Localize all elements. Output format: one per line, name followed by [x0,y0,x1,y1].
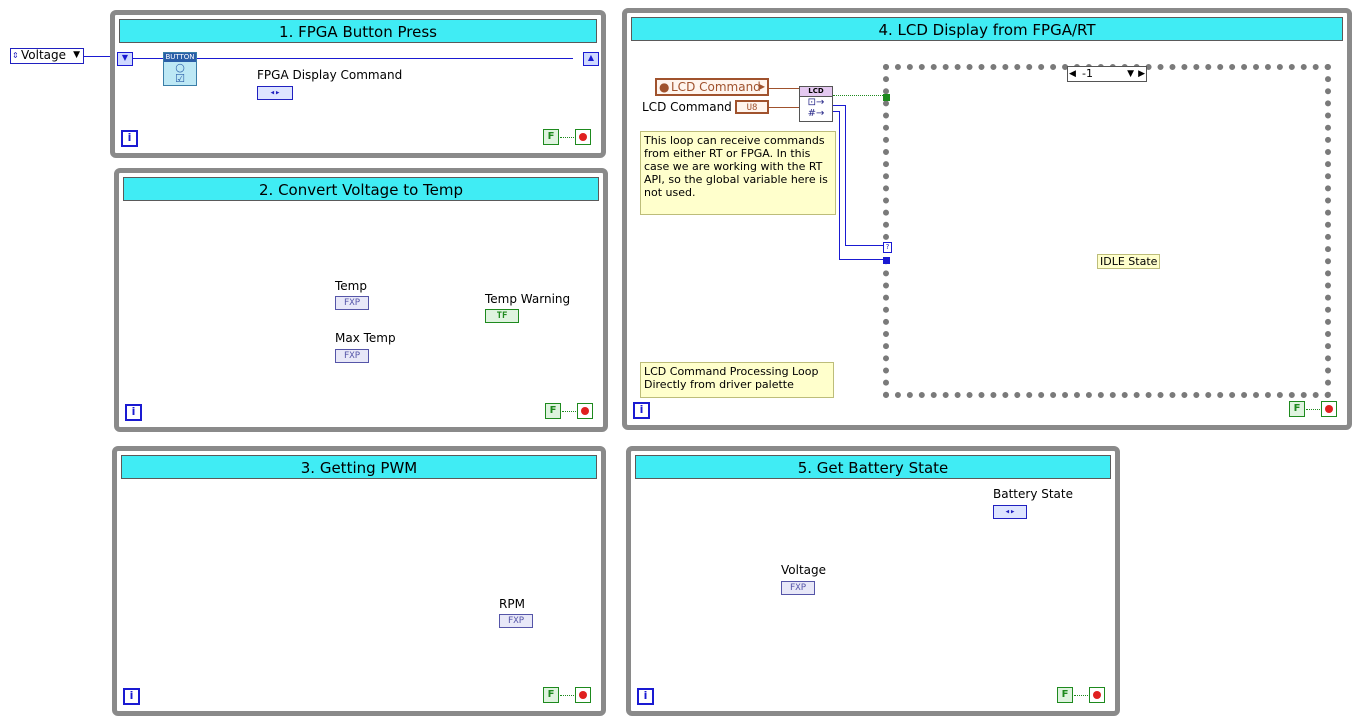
enum-arrows-icon: ⇕ [12,51,19,60]
iteration-terminal: i [123,688,140,705]
rpm-terminal[interactable]: FXP [499,614,533,628]
lcd-wire-1 [769,88,799,89]
case-selector[interactable]: ◀ -1 ▼ ▶ [1067,66,1147,82]
iteration-terminal: i [121,130,138,147]
loop-stop-condition: F [1057,687,1107,703]
stop-icon[interactable] [577,403,593,419]
decrement-icon[interactable]: ◀ [1069,67,1076,81]
button-node[interactable]: BUTTON ○ ☑ [163,52,197,86]
shift-register-right: ▲ [583,52,599,66]
max-temp-label: Max Temp [335,331,396,345]
lcd-node-label: LCD [800,87,832,97]
false-constant: F [543,129,559,145]
toggle-icon: ○ ☑ [175,61,185,85]
shift-register-wire [133,58,573,59]
iteration-terminal: i [125,404,142,421]
loop-get-battery-state: 5. Get Battery State Battery State ◂▸ Vo… [626,446,1120,716]
voltage-terminal[interactable]: FXP [781,581,815,595]
lcd-output-wire-green [833,95,883,96]
stop-icon[interactable] [1089,687,1105,703]
iteration-terminal: i [637,688,654,705]
stop-icon[interactable] [575,129,591,145]
chevron-down-icon[interactable]: ▼ [73,49,80,62]
loop-stop-condition: F [543,687,593,703]
loop-lcd-display: 4. LCD Display from FPGA/RT ● LCD Comman… [622,8,1352,430]
case-structure: ◀ -1 ▼ ▶ ? IDLE State [883,64,1331,398]
fpga-display-command-terminal[interactable]: ◂▸ [257,86,293,100]
temp-warning-terminal[interactable]: TF [485,309,519,323]
stop-icon[interactable] [575,687,591,703]
loop-title: 1. FPGA Button Press [119,19,597,43]
loop-title: 4. LCD Display from FPGA/RT [631,17,1343,41]
false-constant: F [1289,401,1305,417]
lcd-processing-loop-comment: LCD Command Processing Loop Directly fro… [640,362,834,398]
stop-wire [560,137,574,138]
voltage-label: Voltage [781,563,827,577]
lcd-command-control-terminal[interactable]: U8 [735,100,769,114]
lcd-note-comment: This loop can receive commands from eith… [640,131,836,215]
fpga-display-command-label: FPGA Display Command [257,68,403,82]
stop-wire [562,411,576,412]
rpm-label: RPM [499,597,525,611]
case-tunnel-green [883,94,890,101]
case-selector-value: -1 [1082,67,1093,80]
idle-state-label: IDLE State [1097,254,1161,269]
chevron-down-icon[interactable]: ▼ [1127,67,1134,81]
temp-terminal[interactable]: FXP [335,296,369,310]
lcd-node-icon: ⊡→ #→ [807,97,825,119]
lcd-command-global-variable[interactable]: ● LCD Command ▶ [655,78,769,96]
false-constant: F [543,687,559,703]
loop-stop-condition: F [543,129,593,145]
stop-wire [1306,409,1320,410]
u8-type: U8 [746,103,758,113]
lcd-output-wire-blue-4 [839,259,883,260]
battery-state-terminal[interactable]: ◂▸ [993,505,1027,519]
loop-convert-voltage-to-temp: 2. Convert Voltage to Temp Temp FXP Max … [114,168,608,432]
lcd-output-wire-blue-v1 [845,105,846,245]
temp-label: Temp [335,279,367,293]
increment-icon[interactable]: ▶ [1138,67,1145,81]
false-constant: F [1057,687,1073,703]
loop-title: 5. Get Battery State [635,455,1111,479]
loop-title: 3. Getting PWM [121,455,597,479]
global-variable-name: LCD Command [671,80,761,94]
loop-getting-pwm: 3. Getting PWM RPM FXP i F [112,446,606,716]
loop-title: 2. Convert Voltage to Temp [123,177,599,201]
iteration-terminal: i [633,402,650,419]
max-temp-terminal[interactable]: FXP [335,349,369,363]
lcd-command-control-label: LCD Command [642,100,732,114]
loop-stop-condition: F [545,403,595,419]
voltage-enum-control[interactable]: ⇕ Voltage ▼ [10,48,84,64]
stop-wire [1074,695,1088,696]
voltage-enum-value: Voltage [21,48,67,62]
false-constant: F [545,403,561,419]
shift-register-left: ▼ [117,52,133,66]
chevron-right-icon: ▶ [758,82,765,91]
loop-fpga-button-press: 1. FPGA Button Press ▼ ▲ BUTTON ○ ☑ FPGA … [110,10,606,158]
stop-icon[interactable] [1321,401,1337,417]
battery-state-label: Battery State [993,487,1073,501]
lcd-output-wire-blue-v2 [839,111,840,259]
lcd-wire-2 [769,107,799,108]
stop-wire [560,695,574,696]
lcd-output-wire-blue-2 [845,245,883,246]
globe-icon: ● [659,80,670,94]
case-tunnel-blue [883,257,890,264]
case-tunnel-question: ? [883,242,892,253]
lcd-output-wire-blue-1 [833,105,845,106]
lcd-node[interactable]: LCD ⊡→ #→ [799,86,833,122]
temp-warning-label: Temp Warning [485,292,571,306]
loop-stop-condition: F [1289,401,1339,417]
